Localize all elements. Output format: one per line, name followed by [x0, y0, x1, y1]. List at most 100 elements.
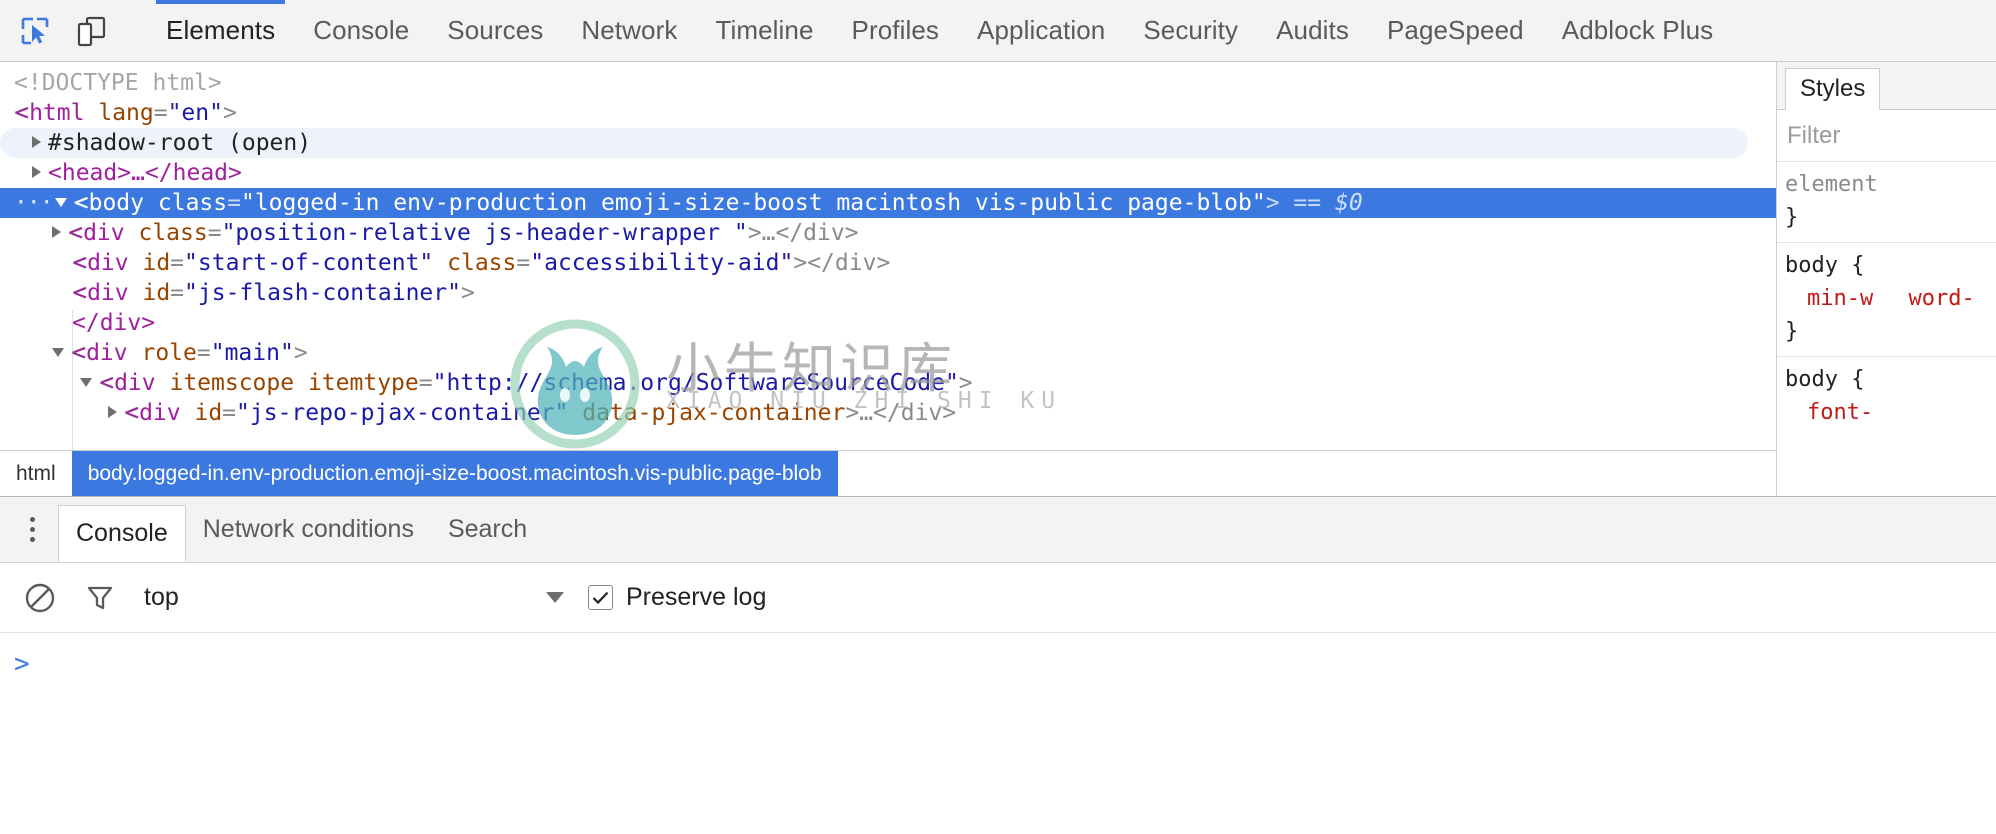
dom-row-start-of-content[interactable]: < <div id = "start-of-content" class = "acces…	[0, 248, 1776, 278]
clear-console-icon[interactable]	[14, 572, 66, 624]
shadow-root-label: #shadow-root (open)	[48, 130, 312, 156]
tab-adblock-plus[interactable]: Adblock Plus	[1543, 0, 1733, 61]
dom-tree-pane: <!DOCTYPE html> < <html lang = "en" > #shado…	[0, 62, 1776, 496]
chevron-down-icon[interactable]	[546, 592, 564, 603]
execution-context-value: top	[144, 583, 179, 611]
drawer-tab-search-label: Search	[447, 515, 528, 543]
dom-row-pjax-container[interactable]: < <div id = "js-repo-pjax-container" data-p…	[0, 398, 1776, 428]
console-prompt-icon: >	[14, 649, 30, 679]
css-close-brace: }	[1785, 319, 1799, 344]
dom-row-flash-container[interactable]: < <div id = "js-flash-container" >	[0, 278, 1776, 308]
device-toolbar-icon[interactable]	[70, 10, 112, 52]
tab-sources[interactable]: Sources	[428, 0, 562, 61]
collapse-arrow-icon[interactable]	[54, 197, 67, 207]
kebab-menu-icon[interactable]	[6, 517, 58, 542]
css-rule-element[interactable]: element }	[1777, 162, 1996, 243]
tab-elements[interactable]: Elements	[147, 0, 294, 61]
breadcrumb: html body.logged-in.env-production.emoji…	[0, 450, 1776, 496]
css-declaration[interactable]: font-	[1785, 396, 1873, 429]
tab-profiles[interactable]: Profiles	[833, 0, 959, 61]
expand-arrow-icon[interactable]	[108, 406, 117, 418]
drawer-tab-console[interactable]: Console	[58, 505, 186, 562]
elements-panel: <!DOCTYPE html> < <html lang = "en" > #shado…	[0, 62, 1996, 496]
body-close-bracket: >	[1265, 190, 1280, 216]
tab-application-label: Application	[977, 15, 1106, 45]
dom-row-itemscope[interactable]: < <div itemscope itemtype = "http://schema.…	[0, 368, 1776, 398]
styles-sidebar: Styles Filter element } body { min-w wor…	[1776, 62, 1996, 496]
attr-value: "accessibility-aid"	[530, 250, 794, 276]
css-declaration[interactable]: word-	[1886, 282, 1974, 315]
dom-row-html[interactable]: < <html lang = "en" >	[0, 98, 1776, 128]
tab-elements-label: Elements	[166, 15, 276, 45]
html-attr-name: lang	[98, 100, 154, 126]
tag-name: <div	[72, 340, 128, 366]
attr-name: class	[138, 220, 208, 246]
css-rule-body-1[interactable]: body { min-w word- }	[1777, 243, 1996, 357]
attr-value: "position-relative js-header-wrapper "	[221, 220, 748, 246]
html-attr-value: "en"	[167, 100, 223, 126]
styles-filter-input[interactable]: Filter	[1777, 110, 1996, 162]
css-selector: element	[1785, 172, 1878, 197]
drawer-tab-network-conditions[interactable]: Network conditions	[186, 497, 431, 562]
tab-console-label: Console	[313, 15, 410, 45]
tab-styles-label: Styles	[1800, 75, 1866, 102]
dom-row-header-wrapper[interactable]: < <div class = "position-relative js-header…	[0, 218, 1776, 248]
console-input[interactable]	[48, 647, 1996, 681]
tag-name: <div	[100, 370, 156, 396]
css-close-brace: }	[1785, 205, 1799, 230]
tab-styles[interactable]: Styles	[1785, 68, 1881, 110]
panel-tab-list: Elements Console Sources Network Timelin…	[147, 0, 1732, 61]
drawer-tab-search[interactable]: Search	[431, 497, 544, 562]
dom-row-head[interactable]: <head>…</head>	[0, 158, 1776, 188]
css-selector: body {	[1785, 367, 1865, 392]
tab-sources-label: Sources	[447, 15, 544, 45]
console-drawer: Console Network conditions Search top Pr…	[0, 496, 1996, 834]
dom-row-shadow-root[interactable]: #shadow-root (open)	[0, 128, 1748, 158]
overflow-dots[interactable]: ···	[14, 188, 54, 218]
preserve-log-checkbox[interactable]	[588, 585, 613, 610]
css-rule-body-2[interactable]: body { font-	[1777, 357, 1996, 437]
execution-context-select[interactable]: top	[144, 583, 564, 612]
tab-pagespeed[interactable]: PageSpeed	[1368, 0, 1543, 61]
css-selector: body {	[1785, 253, 1865, 278]
expand-arrow-icon[interactable]	[32, 136, 41, 148]
css-declaration[interactable]: min-w	[1785, 282, 1873, 315]
dom-row-body-selected[interactable]: ··· < <body class = "logged-in env-productio…	[0, 188, 1776, 218]
dom-row-main[interactable]: < <div role = "main" >	[0, 338, 1776, 368]
tab-security[interactable]: Security	[1124, 0, 1257, 61]
tab-pagespeed-label: PageSpeed	[1386, 15, 1524, 45]
attr-value: "start-of-content"	[184, 250, 434, 276]
dom-row-flash-container-close[interactable]: </div>	[0, 308, 1776, 338]
collapse-arrow-icon[interactable]	[80, 377, 92, 387]
attr-name: data-pjax-container	[582, 400, 846, 426]
tag-name: <div	[73, 250, 129, 276]
tag-tail: >…</div>	[747, 220, 859, 246]
breadcrumb-item-html[interactable]: html	[0, 451, 72, 496]
head-tag-text: <head>…</head>	[48, 160, 242, 186]
closing-tag: </div>	[72, 310, 156, 336]
collapse-arrow-icon[interactable]	[52, 347, 64, 357]
inspect-cursor-icon[interactable]	[14, 10, 56, 52]
tab-timeline[interactable]: Timeline	[696, 0, 832, 61]
tab-audits[interactable]: Audits	[1257, 0, 1368, 61]
attr-name: id	[142, 250, 171, 276]
preserve-log-toggle[interactable]: Preserve log	[588, 583, 766, 612]
expand-arrow-icon[interactable]	[52, 226, 61, 238]
breadcrumb-html-label: html	[16, 461, 56, 485]
breadcrumb-item-body[interactable]: body.logged-in.env-production.emoji-size…	[71, 451, 838, 496]
tag-tail: >	[958, 370, 973, 396]
tab-application[interactable]: Application	[958, 0, 1124, 61]
drawer-tab-network-conditions-label: Network conditions	[202, 515, 414, 543]
attr-value: "main"	[210, 340, 294, 366]
attr-value: "js-flash-container"	[184, 280, 461, 306]
filter-funnel-icon[interactable]	[74, 572, 126, 624]
tab-console[interactable]: Console	[294, 0, 428, 61]
tab-network[interactable]: Network	[562, 0, 696, 61]
tag-tail: >…</div>	[845, 400, 957, 426]
tab-timeline-label: Timeline	[715, 15, 814, 45]
styles-filter-placeholder: Filter	[1787, 121, 1841, 149]
dom-tree[interactable]: <!DOCTYPE html> < <html lang = "en" > #shado…	[0, 62, 1776, 450]
expand-arrow-icon[interactable]	[32, 166, 41, 178]
dom-row-doctype[interactable]: <!DOCTYPE html>	[0, 68, 1776, 98]
console-output-area[interactable]: >	[0, 633, 1996, 834]
